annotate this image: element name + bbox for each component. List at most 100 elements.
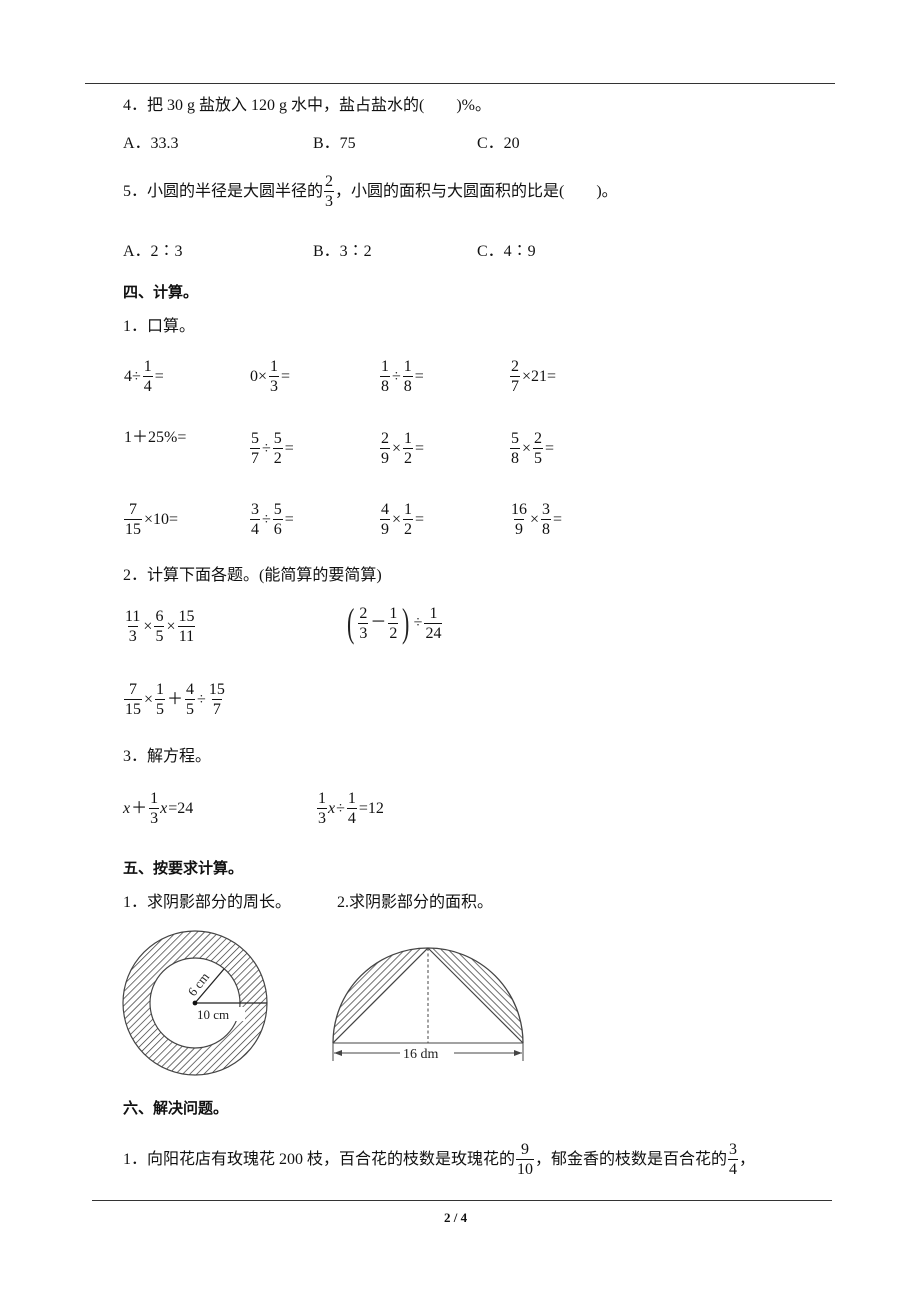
variable: x [160, 799, 168, 817]
fraction: 13 [149, 789, 160, 828]
operator-text: 4÷ [124, 367, 141, 385]
equations-label: 3．解方程。 [123, 748, 212, 765]
fraction: 15 [155, 680, 166, 719]
math-expression: 2 7 ×21= [509, 357, 557, 396]
fraction: 15 7 [208, 680, 226, 719]
oral-calc-item: 1＋25%= [123, 429, 187, 447]
denominator: 3 [358, 622, 369, 642]
numerator: 1 [318, 790, 326, 807]
denominator: 3 [317, 808, 327, 827]
fraction: 11 3 [124, 607, 141, 646]
operator-text: ×21= [522, 367, 557, 385]
operator-text: ÷ [262, 439, 271, 457]
section-5-q1-label: 1．求阴影部分的周长。 [123, 894, 292, 911]
operator-text: = [415, 439, 425, 457]
fraction: 27 [510, 357, 520, 396]
question-4-option-c: C．20 [477, 135, 520, 152]
numerator: 15 [178, 608, 195, 625]
fraction: 14 [346, 789, 357, 828]
fraction: 34 [250, 500, 260, 539]
numerator: 2 [534, 430, 543, 447]
numerator: 6 [155, 608, 164, 625]
question-text: ， [739, 1150, 756, 1168]
denominator: 5 [533, 448, 544, 467]
fraction: 7 15 [124, 500, 142, 539]
operator-text: ÷ [413, 614, 423, 631]
operator-text: = [545, 439, 555, 457]
oral-calc-item: 5 7 ÷ 5 2 = [249, 429, 295, 468]
math-expression: 11 3 × 6 5 × 15 11 [123, 607, 196, 646]
denominator: 5 [154, 626, 165, 645]
section-6-title: 六、解决问题。 [123, 1099, 229, 1117]
parenthesis: ( [346, 600, 355, 645]
operator-text: = [415, 510, 425, 528]
header-rule [85, 83, 835, 84]
diameter-label: 16 dm [403, 1047, 439, 1062]
numerator: 11 [125, 608, 141, 625]
math-expression: 1 8 ÷ 1 8 = [379, 357, 425, 396]
math-expression: 1 3 x ÷ 1 4 =12 [316, 789, 385, 828]
equation-1: x ＋ 1 3 x =24 [123, 789, 194, 828]
section-4-title: 四、计算。 [123, 283, 199, 301]
denominator: 2 [388, 622, 399, 642]
operator-text: ÷ [336, 799, 345, 817]
oral-calc-item: 0× 1 3 = [249, 357, 291, 396]
question-5-stem: 5．小圆的半径是大圆半径的 2 3 ，小圆的面积与大圆面积的比是( )。 [123, 172, 618, 211]
numerator: 1 [143, 358, 152, 375]
numerator: 4 [186, 681, 195, 698]
operator-text: = [284, 510, 294, 528]
denominator: 7 [211, 699, 222, 718]
fraction: 25 [533, 429, 544, 468]
outer-radius-label: 10 cm [197, 1007, 229, 1022]
question-5-option-c: C．4∶9 [477, 243, 536, 260]
numerator: 1 [403, 358, 412, 375]
operator-text: × [530, 510, 540, 528]
oral-calc-item: 16 9 × 3 8 = [509, 500, 563, 539]
question-4-stem: 4．把 30 g 盐放入 120 g 水中，盐占盐水的( )%。 [123, 97, 491, 114]
numerator: 5 [273, 501, 282, 518]
numerator: 1 [404, 430, 413, 447]
semicircle-figure: 16 dm [332, 947, 524, 1062]
math-expression: 4÷ 1 4 = [123, 357, 165, 396]
math-expression: x ＋ 1 3 x =24 [123, 789, 194, 828]
denominator: 9 [514, 519, 524, 538]
denominator: 9 [380, 448, 390, 467]
annulus-figure: 6 cm 10 cm [122, 930, 268, 1076]
fraction: 12 [403, 429, 414, 468]
variable: x [328, 799, 336, 817]
denominator: 2 [403, 519, 414, 538]
footer-rule [92, 1200, 832, 1201]
variable: x [123, 799, 131, 817]
arrow-left-icon [334, 1050, 342, 1056]
numerator: 1 [429, 604, 438, 622]
math-expression: (2 3 － 1 2) ÷ 1 24 [344, 603, 443, 643]
oral-calc-item: 5 8 × 2 5 = [509, 429, 555, 468]
fraction: 2 3 [324, 173, 335, 210]
numerator: 5 [511, 430, 519, 447]
operator-text: = [553, 510, 563, 528]
numerator: 2 [359, 604, 368, 622]
operator-text: =24 [168, 799, 194, 817]
denominator: 2 [272, 448, 283, 467]
operator-text: × [166, 617, 176, 635]
fraction: 23 [358, 604, 369, 643]
oral-calc-item: 1 8 ÷ 1 8 = [379, 357, 425, 396]
denominator: 5 [155, 699, 166, 718]
fraction: 15 11 [177, 607, 196, 646]
numerator: 3 [542, 501, 551, 518]
math-expression: 2 9 × 1 2 = [379, 429, 425, 468]
operator-text: ＋ [131, 799, 148, 817]
denominator: 11 [177, 626, 196, 645]
operator-text: = [154, 367, 164, 385]
question-4-option-a: A．33.3 [123, 135, 179, 152]
fraction: 3 4 [728, 1141, 739, 1178]
numerator: 15 [208, 681, 225, 698]
oral-calc-item: 2 7 ×21= [509, 357, 557, 396]
fraction: 58 [510, 429, 520, 468]
operator-text: × [392, 510, 402, 528]
denominator: 8 [402, 376, 413, 395]
fraction: 57 [250, 429, 260, 468]
question-5-option-b: B．3∶2 [313, 243, 372, 260]
math-expression: 5 7 ÷ 5 2 = [249, 429, 295, 468]
numerator: 7 [129, 501, 137, 518]
